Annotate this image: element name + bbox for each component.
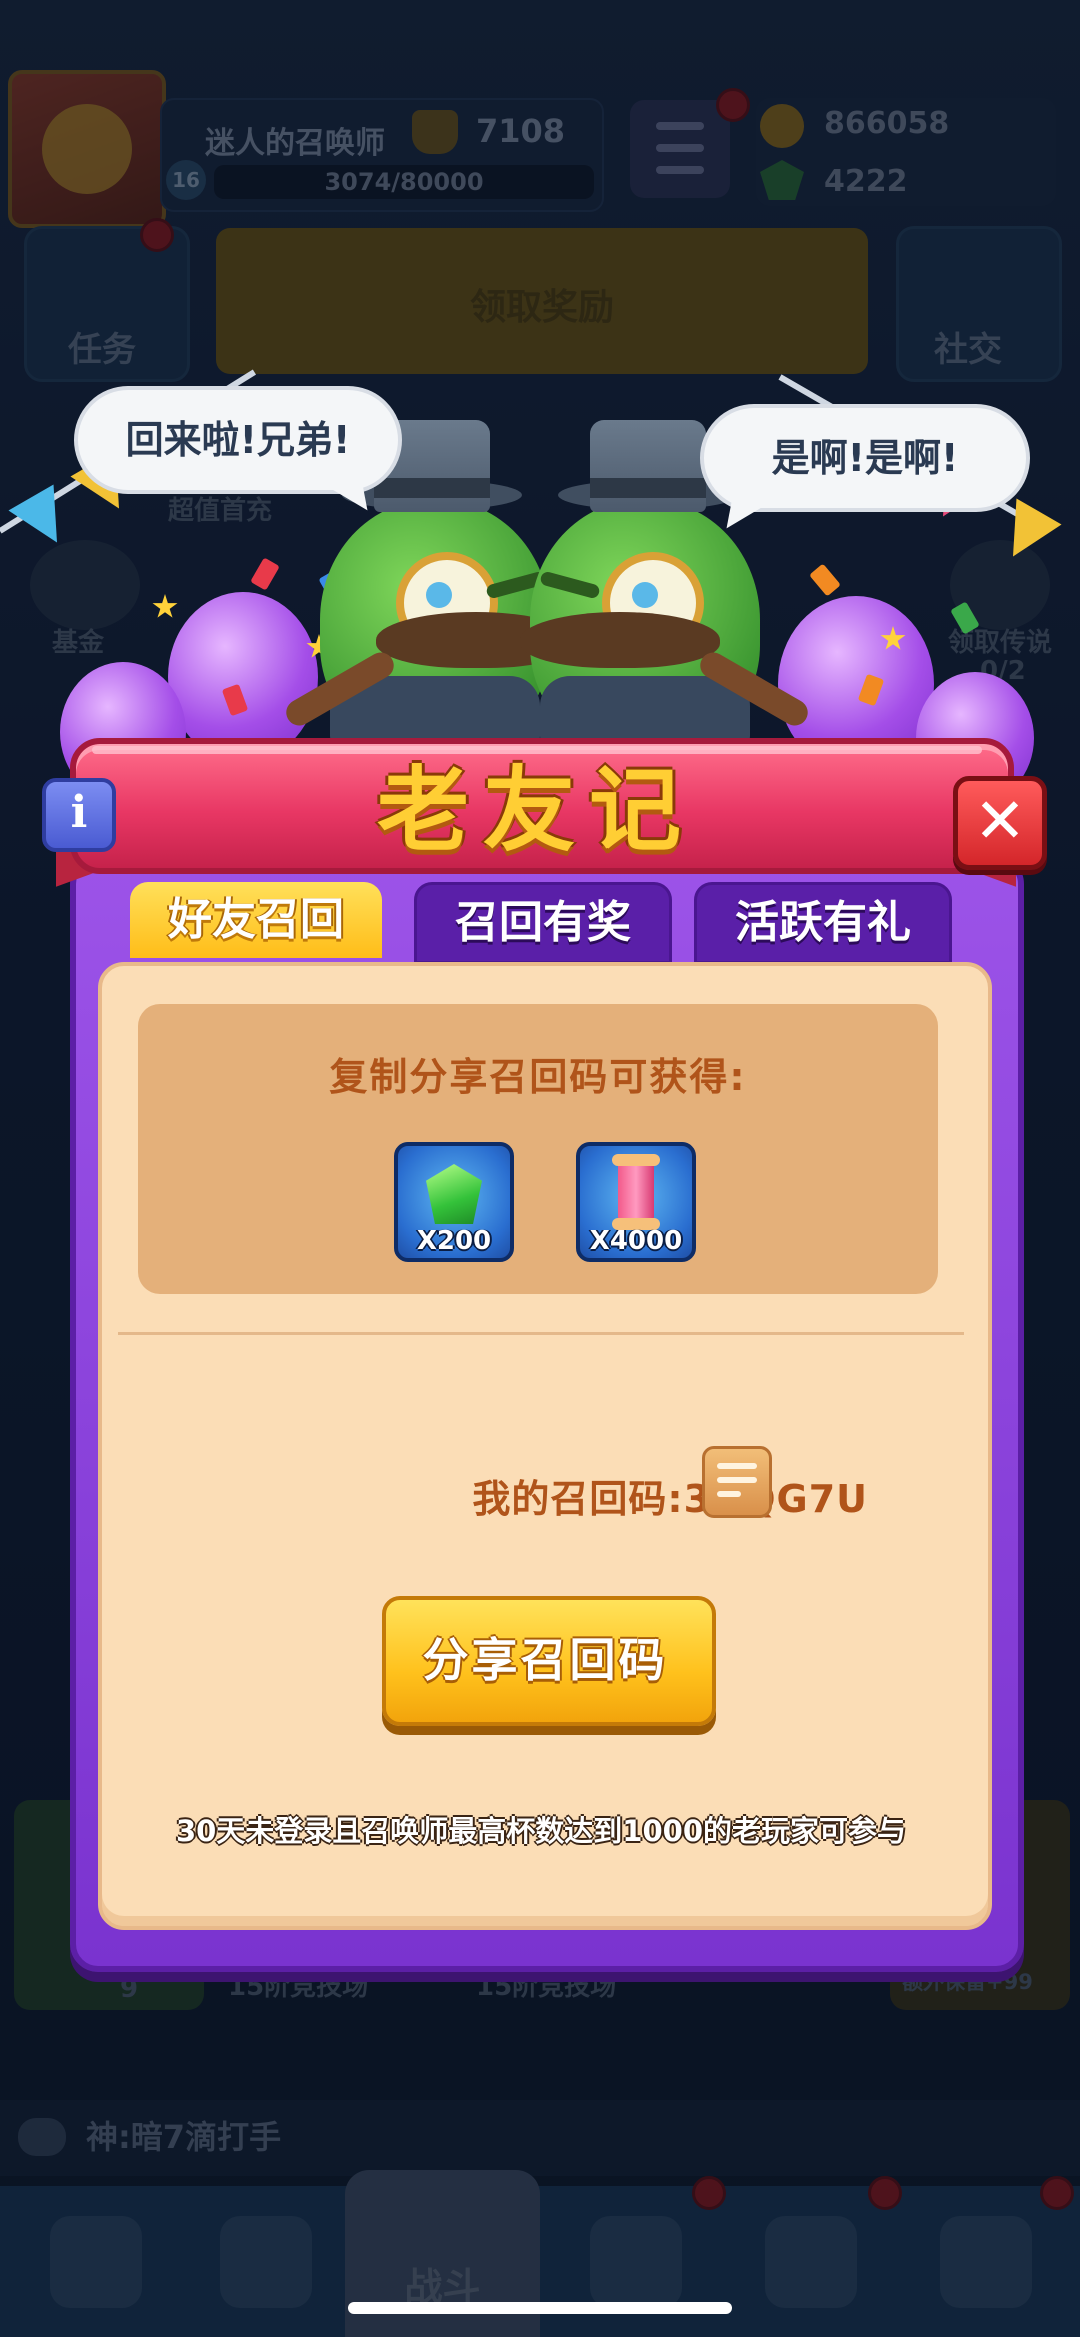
hat-band	[590, 478, 706, 498]
tab-recall-rewards[interactable]: 召回有奖	[414, 882, 672, 964]
info-button[interactable]: i	[42, 778, 116, 852]
tab-friend-recall[interactable]: 好友召回	[130, 882, 382, 958]
close-button[interactable]: ✕	[953, 776, 1047, 870]
top-hat-icon	[590, 420, 706, 512]
monocle-lens	[632, 582, 658, 608]
copy-icon	[717, 1463, 757, 1469]
home-indicator[interactable]	[348, 2302, 732, 2314]
dialog-title: 老友记	[376, 757, 695, 864]
copy-icon-line	[717, 1491, 741, 1497]
reward-quantity: X4000	[589, 1226, 683, 1256]
scroll-icon	[618, 1158, 654, 1224]
mustache	[520, 612, 720, 668]
eligibility-note: 30天未登录且召唤师最高杯数达到1000的老玩家可参与	[175, 1814, 907, 1848]
reward-item-gems[interactable]: X200	[394, 1142, 514, 1262]
gem-icon	[426, 1164, 482, 1224]
hat-band	[374, 478, 490, 498]
scroll-cap	[612, 1154, 660, 1166]
tab-activity-gifts[interactable]: 活跃有礼	[694, 882, 952, 964]
copy-code-button[interactable]	[702, 1446, 772, 1518]
reward-item-scroll[interactable]: X4000	[576, 1142, 696, 1262]
share-code-label: 分享召回码	[422, 1633, 668, 1687]
copy-icon-line	[717, 1477, 757, 1483]
reward-title: 复制分享召回码可获得:	[329, 1055, 747, 1099]
monocle-lens	[426, 582, 452, 608]
reward-quantity: X200	[416, 1226, 492, 1256]
recall-code-label: 我的召回码:	[472, 1477, 684, 1521]
section-divider	[118, 1332, 964, 1335]
